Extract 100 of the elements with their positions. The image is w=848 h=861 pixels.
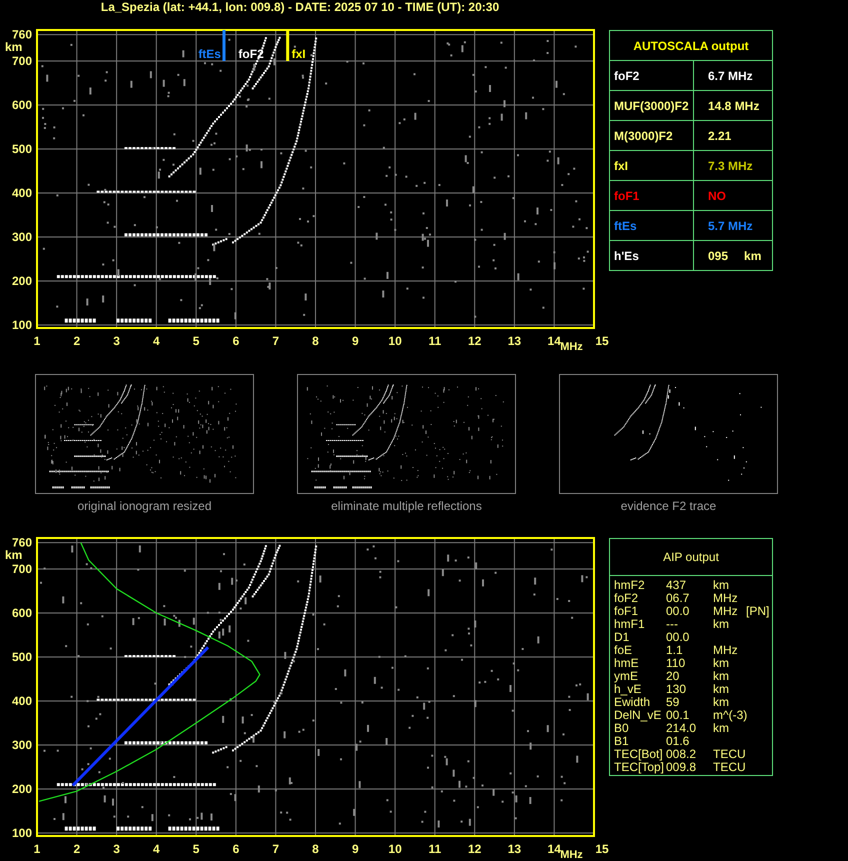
axis-tick-label: 8	[312, 334, 319, 348]
parameter-value: 20	[666, 670, 680, 683]
parameter-name: foF2	[614, 592, 640, 605]
parameter-value: 095	[708, 248, 728, 262]
axis-tick-label: 13	[508, 842, 522, 856]
parameter-value: 1.1	[666, 644, 684, 657]
axis-tick-label: 9	[352, 334, 359, 348]
parameter-value: 7.3 MHz	[694, 150, 772, 180]
axis-unit-label: km	[5, 548, 22, 562]
parameter-name: hmE	[614, 657, 640, 670]
parameter-value: 00.0	[666, 631, 690, 644]
parameter-name: DelN_vE	[614, 709, 662, 722]
axis-tick-label: 3	[113, 334, 120, 348]
axis-tick-label: 10	[388, 842, 402, 856]
axis-tick-label: 13	[508, 334, 522, 348]
parameter-value: 06.7	[666, 592, 690, 605]
axis-tick-label: 760	[12, 28, 32, 42]
axis-tick-label: 300	[12, 738, 32, 752]
axis-tick-label: 11	[428, 842, 442, 856]
parameter-name: TEC[Top]	[614, 761, 666, 774]
parameter-unit: km	[744, 248, 762, 262]
axis-tick-label: 1	[34, 334, 40, 348]
parameter-note: [PN]	[746, 605, 770, 618]
thumbnail-caption: eliminate multiple reflections	[331, 498, 482, 514]
parameter-unit: TECU	[713, 761, 746, 774]
parameter-value: 59	[666, 696, 680, 709]
axis-tick-label: 100	[12, 318, 32, 332]
axis-tick-label: 10	[388, 334, 402, 348]
thumbnail-caption: evidence F2 trace	[620, 498, 716, 514]
parameter-unit: MHz	[713, 644, 739, 657]
parameter-value: 009.8	[666, 761, 698, 774]
parameter-value: 14.8 MHz	[694, 90, 772, 120]
parameter-name: hmF2	[614, 579, 646, 592]
page-title: La_Spezia (lat: +44.1, lon: 009.8) - DATE: 2025 07 10 - TIME (UT): 20:30	[100, 0, 500, 16]
axis-tick-label: 400	[12, 186, 32, 200]
parameter-unit: km	[713, 579, 730, 592]
axis-tick-label: 760	[12, 536, 32, 550]
axis-tick-label: 12	[468, 334, 482, 348]
parameter-value: 130	[666, 683, 688, 696]
axis-tick-label: 7	[272, 842, 280, 856]
parameter-name: TEC[Bot]	[614, 748, 664, 761]
axis-tick-label: 100	[12, 826, 32, 840]
axis-tick-label: 300	[12, 230, 32, 244]
axis-tick-label: 5	[192, 842, 200, 856]
parameter-unit: km	[713, 618, 730, 631]
parameter-name: B1	[614, 735, 630, 748]
parameter-value: 2.21	[694, 120, 772, 150]
parameter-unit: km	[713, 722, 729, 735]
axis-tick-label: 600	[12, 606, 32, 620]
parameter-unit: km	[713, 683, 730, 696]
axis-tick-label: 4	[153, 842, 160, 856]
parameter-name: hmF1	[614, 618, 646, 631]
parameter-value: 5.7 MHz	[694, 210, 772, 240]
parameter-unit: km	[713, 657, 730, 670]
parameter-name: MUF(3000)F2	[610, 90, 694, 120]
parameter-name: D1	[614, 631, 630, 644]
axis-tick-label: 11	[428, 334, 442, 348]
axis-tick-label: 7	[272, 334, 280, 348]
axis-tick-label: 15	[595, 334, 609, 348]
axis-tick-label: 14	[548, 334, 561, 348]
axis-unit-label: MHz	[560, 849, 583, 861]
panel-title: AIP output	[663, 550, 719, 564]
axis-tick-label: 200	[12, 782, 32, 796]
parameter-name: foE	[614, 644, 634, 657]
axis-tick-label: 3	[113, 842, 120, 856]
parameter-unit: TECU	[713, 748, 746, 761]
parameter-value: 01.6	[666, 735, 690, 748]
thumbnail-caption: original ionogram resized	[77, 498, 212, 514]
parameter-unit: km	[713, 670, 730, 683]
parameter-name: fxI	[610, 150, 694, 180]
axis-unit-label: MHz	[560, 341, 583, 353]
axis-tick-label: 1	[34, 842, 40, 856]
axis-tick-label: 6	[232, 334, 240, 348]
parameter-value: 00.1	[666, 709, 690, 722]
parameter-unit: MHz	[713, 592, 739, 605]
parameter-value: 110	[666, 657, 686, 670]
table-title: AUTOSCALA output	[610, 30, 772, 60]
parameter-value: 6.7 MHz	[694, 60, 772, 90]
axis-tick-label: 4	[153, 334, 160, 348]
axis-tick-label: 6	[232, 842, 240, 856]
axis-tick-label: 2	[73, 334, 80, 348]
parameter-name: foF1	[614, 605, 640, 618]
axis-tick-label: 400	[12, 694, 32, 708]
parameter-name: ftEs	[610, 210, 694, 240]
parameter-unit: MHz	[713, 605, 739, 618]
axis-tick-label: 600	[12, 98, 32, 112]
parameter-value: 008.2	[666, 748, 698, 761]
axis-tick-label: 9	[352, 842, 359, 856]
axis-tick-label: 12	[468, 842, 482, 856]
marker-label: ftEs	[198, 47, 221, 61]
axis-tick-label: 200	[12, 274, 32, 288]
parameter-value: 00.0	[666, 605, 690, 618]
axis-tick-label: 500	[12, 650, 32, 664]
parameter-value: 437	[666, 579, 688, 592]
marker-label: fxI	[292, 47, 306, 61]
parameter-name: B0	[614, 722, 629, 735]
axis-unit-label: km	[5, 40, 22, 54]
parameter-value: 214.0	[666, 722, 698, 735]
axis-tick-label: 700	[12, 562, 32, 576]
parameter-name: ymE	[614, 670, 639, 683]
